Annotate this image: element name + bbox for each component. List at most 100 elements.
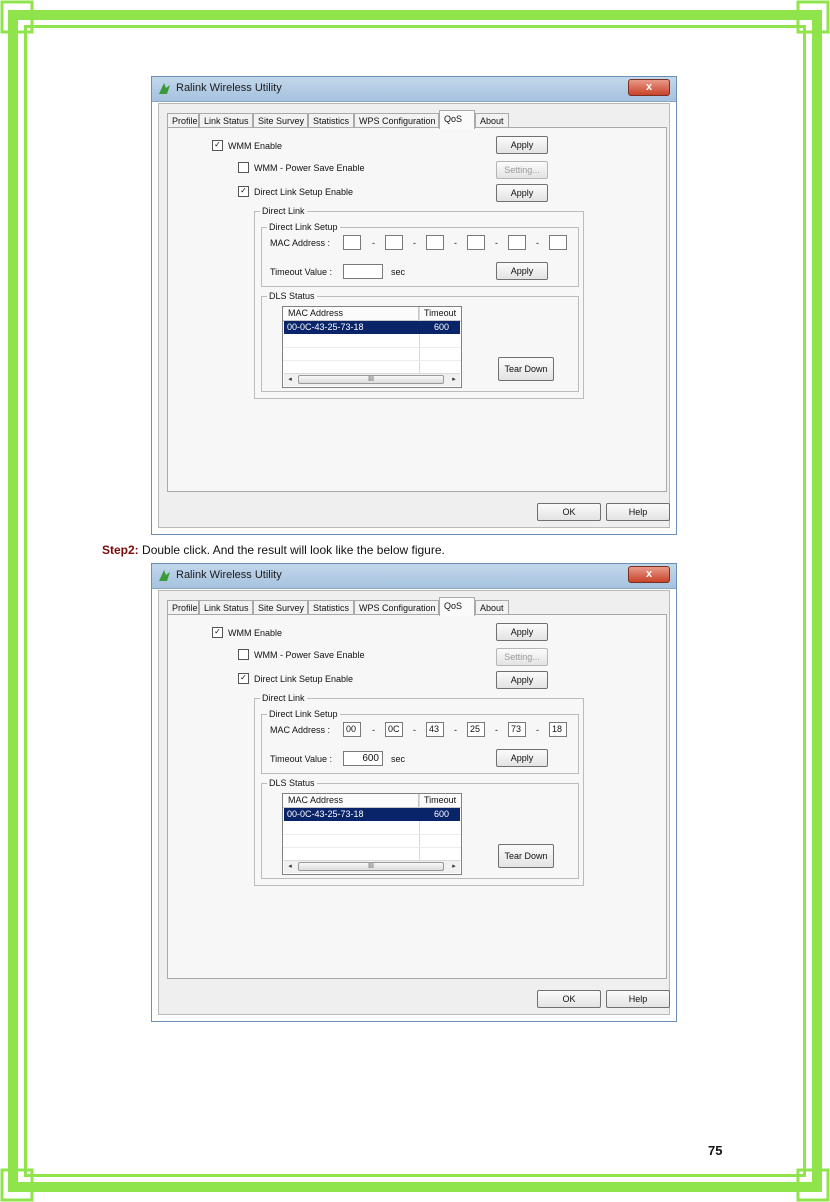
timeout-value-label: Timeout Value : (270, 754, 333, 764)
tab-about[interactable]: About (475, 600, 509, 615)
step-label: Step2: (102, 543, 139, 557)
window-title: Ralink Wireless Utility (176, 82, 282, 94)
tab-qos[interactable]: QoS (439, 110, 475, 129)
tab-wps-configuration[interactable]: WPS Configuration (354, 600, 439, 615)
tab-link-status[interactable]: Link Status (199, 113, 253, 128)
tab-profile[interactable]: Profile (167, 113, 199, 128)
mac-octet-1-field[interactable] (343, 235, 361, 250)
wmm-enable-label: WMM Enable (228, 628, 283, 638)
direct-link-setup-enable-label: Direct Link Setup Enable (254, 674, 354, 684)
help-button[interactable]: Help (606, 503, 670, 521)
dls-status-group: DLS Status MAC Address Timeout 00-0C-43-… (261, 777, 579, 879)
mac-octet-5-field[interactable]: 73 (508, 722, 526, 737)
column-mac-address[interactable]: MAC Address (283, 307, 419, 320)
dls-apply-button[interactable]: Apply (496, 184, 548, 202)
direct-link-group: Direct Link Direct Link Setup MAC Addres… (254, 692, 584, 886)
ok-button[interactable]: OK (537, 503, 601, 521)
title-bar[interactable]: Ralink Wireless Utility x (152, 564, 676, 589)
checkbox-box[interactable] (238, 649, 249, 661)
timeout-apply-button[interactable]: Apply (496, 749, 548, 767)
tab-site-survey[interactable]: Site Survey (253, 600, 308, 615)
mac-octet-6-field[interactable] (549, 235, 567, 250)
scroll-thumb[interactable]: III (298, 375, 444, 384)
wmm-power-save-checkbox[interactable]: WMM - Power Save Enable (238, 649, 365, 661)
grid-line (283, 347, 461, 348)
table-row[interactable]: 00-0C-43-25-73-18 600 (284, 321, 460, 334)
dls-status-list[interactable]: MAC Address Timeout 00-0C-43-25-73-18 60… (282, 306, 462, 388)
tear-down-button[interactable]: Tear Down (498, 357, 554, 381)
table-row[interactable]: 00-0C-43-25-73-18 600 (284, 808, 460, 821)
timeout-value-field[interactable] (343, 264, 383, 279)
checkbox-box[interactable]: ✓ (238, 186, 249, 198)
mac-separator: - (536, 238, 539, 248)
scroll-left-icon[interactable]: ◂ (284, 374, 296, 386)
mac-separator: - (413, 725, 416, 735)
column-divider (419, 307, 420, 375)
help-button[interactable]: Help (606, 990, 670, 1008)
wmm-enable-checkbox[interactable]: ✓ WMM Enable (212, 627, 282, 639)
mac-octet-4-field[interactable]: 25 (467, 722, 485, 737)
timeout-apply-button[interactable]: Apply (496, 262, 548, 280)
mac-separator: - (454, 238, 457, 248)
wmm-power-save-checkbox[interactable]: WMM - Power Save Enable (238, 162, 365, 174)
qos-panel: ✓ WMM Enable Apply WMM - Power Save Enabl… (167, 127, 667, 492)
wmm-apply-button[interactable]: Apply (496, 136, 548, 154)
timeout-value-field[interactable]: 600 (343, 751, 383, 766)
timeout-value-label: Timeout Value : (270, 267, 333, 277)
mac-address-label: MAC Address : (270, 725, 331, 735)
column-timeout[interactable]: Timeout (419, 307, 461, 320)
list-header: MAC Address Timeout (283, 307, 461, 321)
direct-link-setup-enable-checkbox[interactable]: ✓ Direct Link Setup Enable (238, 673, 353, 685)
tab-site-survey[interactable]: Site Survey (253, 113, 308, 128)
timeout-unit: sec (391, 754, 406, 764)
setting-button[interactable]: Setting... (496, 161, 548, 179)
ok-button[interactable]: OK (537, 990, 601, 1008)
wmm-enable-checkbox[interactable]: ✓ WMM Enable (212, 140, 282, 152)
mac-octet-3-field[interactable] (426, 235, 444, 250)
tab-link-status[interactable]: Link Status (199, 600, 253, 615)
direct-link-setup-enable-checkbox[interactable]: ✓ Direct Link Setup Enable (238, 186, 353, 198)
setting-button[interactable]: Setting... (496, 648, 548, 666)
checkbox-box[interactable]: ✓ (212, 140, 223, 152)
row-mac: 00-0C-43-25-73-18 (287, 322, 364, 332)
checkbox-box[interactable] (238, 162, 249, 174)
tab-wps-configuration[interactable]: WPS Configuration (354, 113, 439, 128)
checkbox-box[interactable]: ✓ (212, 627, 223, 639)
mac-address-label: MAC Address : (270, 238, 331, 248)
title-bar[interactable]: Ralink Wireless Utility x (152, 77, 676, 102)
close-button[interactable]: x (628, 79, 670, 96)
mac-octet-3-field[interactable]: 43 (426, 722, 444, 737)
mac-octet-1-field[interactable]: 00 (343, 722, 361, 737)
scroll-thumb[interactable]: III (298, 862, 444, 871)
dls-apply-button[interactable]: Apply (496, 671, 548, 689)
horizontal-scrollbar[interactable]: ◂ III ▸ (284, 860, 460, 873)
mac-separator: - (372, 725, 375, 735)
scroll-right-icon[interactable]: ▸ (448, 374, 460, 386)
tab-statistics[interactable]: Statistics (308, 600, 354, 615)
tab-statistics[interactable]: Statistics (308, 113, 354, 128)
mac-octet-4-field[interactable] (467, 235, 485, 250)
direct-link-setup-title: Direct Link Setup (267, 221, 340, 233)
scroll-left-icon[interactable]: ◂ (284, 861, 296, 873)
mac-octet-2-field[interactable]: 0C (385, 722, 403, 737)
horizontal-scrollbar[interactable]: ◂ III ▸ (284, 373, 460, 386)
tab-about[interactable]: About (475, 113, 509, 128)
dls-status-list[interactable]: MAC Address Timeout 00-0C-43-25-73-18 60… (282, 793, 462, 875)
mac-octet-5-field[interactable] (508, 235, 526, 250)
wmm-apply-button[interactable]: Apply (496, 623, 548, 641)
close-button[interactable]: x (628, 566, 670, 583)
column-mac-address[interactable]: MAC Address (283, 794, 419, 807)
qos-panel: ✓ WMM Enable Apply WMM - Power Save Enabl… (167, 614, 667, 979)
column-timeout[interactable]: Timeout (419, 794, 461, 807)
mac-octet-6-field[interactable]: 18 (549, 722, 567, 737)
tab-profile[interactable]: Profile (167, 600, 199, 615)
mac-octet-2-field[interactable] (385, 235, 403, 250)
direct-link-setup-group: Direct Link Setup MAC Address : - - - - … (261, 221, 579, 287)
direct-link-setup-title: Direct Link Setup (267, 708, 340, 720)
checkbox-box[interactable]: ✓ (238, 673, 249, 685)
tear-down-button[interactable]: Tear Down (498, 844, 554, 868)
scroll-right-icon[interactable]: ▸ (448, 861, 460, 873)
tab-qos[interactable]: QoS (439, 597, 475, 616)
step-text: Double click. And the result will look l… (142, 543, 445, 557)
dls-status-group: DLS Status MAC Address Timeout 00-0C-43-… (261, 290, 579, 392)
